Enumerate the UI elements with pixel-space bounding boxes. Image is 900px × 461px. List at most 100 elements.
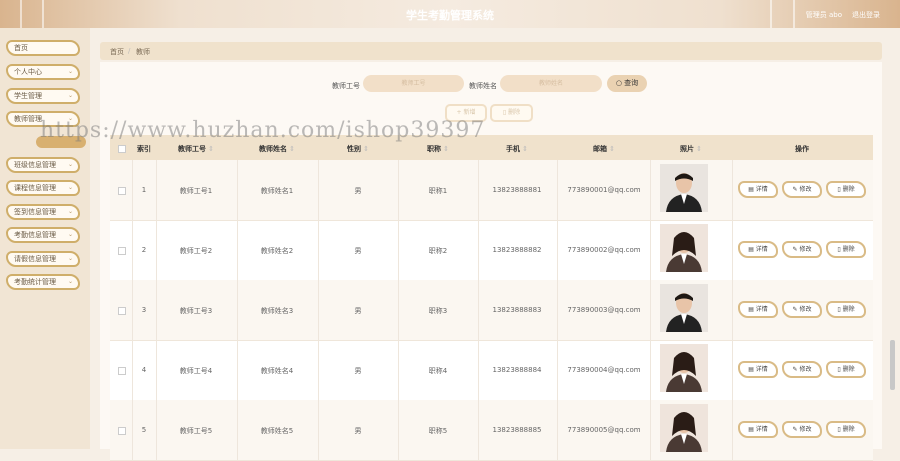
column-header[interactable]: 索引 xyxy=(137,144,151,154)
cell-gender: 男 xyxy=(354,247,362,255)
row-detail-button[interactable]: ▤ 详情 xyxy=(738,361,778,378)
sort-icon[interactable]: ⇕ xyxy=(361,145,369,153)
sidebar-item[interactable]: 课程信息管理 ⌄ xyxy=(6,180,80,196)
row-checkbox[interactable] xyxy=(118,307,126,315)
sidebar-item[interactable]: 班级信息管理 ⌄ xyxy=(6,157,80,173)
sidebar-item-label: 首页 xyxy=(14,44,28,52)
detail-icon: ▤ xyxy=(748,426,756,433)
table-row: 5 教师工号5 教师姓名5 男 职称5 13823888885 773890005@qq.c… xyxy=(110,400,873,461)
teacher-no-label: 教师工号 xyxy=(332,82,360,90)
column-header[interactable]: 教师姓名 ⇕ xyxy=(259,144,295,154)
teacher-photo xyxy=(660,344,708,392)
sort-icon[interactable]: ⇕ xyxy=(694,145,702,153)
row-edit-button[interactable]: ✎ 修改 xyxy=(782,301,822,318)
teacher-photo xyxy=(660,404,708,452)
column-header-label: 手机 xyxy=(505,145,520,153)
vertical-scrollbar[interactable] xyxy=(890,340,895,390)
sort-icon[interactable]: ⇕ xyxy=(287,145,295,153)
row-delete-button[interactable]: ▯ 删除 xyxy=(826,241,866,258)
cell-title: 职称4 xyxy=(428,367,448,375)
sidebar-item[interactable]: 签到信息管理 ⌄ xyxy=(6,204,80,220)
sidebar-item-label: 课程信息管理 xyxy=(14,184,56,192)
row-checkbox[interactable] xyxy=(118,427,126,435)
breadcrumb: 首页 / 教师 xyxy=(100,42,882,60)
sidebar-item-label: 个人中心 xyxy=(14,68,42,76)
column-header[interactable]: 操作 xyxy=(795,144,809,154)
row-detail-button[interactable]: ▤ 详情 xyxy=(738,181,778,198)
chevron-down-icon: ⌄ xyxy=(67,68,73,75)
table-row: 2 教师工号2 教师姓名2 男 职称2 13823888882 773890002@qq.c… xyxy=(110,220,873,281)
cell-index: 5 xyxy=(141,426,147,434)
row-delete-button[interactable]: ▯ 删除 xyxy=(826,421,866,438)
column-header[interactable]: 邮箱 ⇕ xyxy=(593,144,615,154)
select-all-checkbox[interactable] xyxy=(118,145,126,153)
search-icon: ○ xyxy=(615,79,622,87)
table-row: 1 教师工号1 教师姓名1 男 职称1 13823888881 773890001@qq.c… xyxy=(110,160,873,221)
row-edit-label: 修改 xyxy=(799,426,812,433)
row-delete-button[interactable]: ▯ 删除 xyxy=(826,361,866,378)
column-header[interactable]: 教师工号 ⇕ xyxy=(178,144,214,154)
column-header[interactable]: 性别 ⇕ xyxy=(347,144,369,154)
row-detail-button[interactable]: ▤ 详情 xyxy=(738,301,778,318)
column-header-label: 操作 xyxy=(795,145,809,153)
cell-phone: 13823888885 xyxy=(492,426,542,434)
row-detail-label: 详情 xyxy=(755,246,768,253)
row-detail-button[interactable]: ▤ 详情 xyxy=(738,421,778,438)
row-checkbox[interactable] xyxy=(118,187,126,195)
column-header[interactable]: 照片 ⇕ xyxy=(680,144,702,154)
cell-phone: 13823888883 xyxy=(492,306,542,314)
breadcrumb-home[interactable]: 首页 xyxy=(110,47,124,57)
sort-icon[interactable]: ⇕ xyxy=(607,145,615,153)
sidebar-item-label: 考勤信息管理 xyxy=(14,231,56,239)
column-header[interactable]: 职称 ⇕ xyxy=(427,144,449,154)
cell-gender: 男 xyxy=(354,367,362,375)
detail-icon: ▤ xyxy=(748,366,756,373)
row-checkbox[interactable] xyxy=(118,367,126,375)
sidebar-item[interactable]: 个人中心 ⌄ xyxy=(6,64,80,80)
row-detail-label: 详情 xyxy=(755,306,768,313)
batch-delete-label: 删除 xyxy=(508,109,521,116)
row-edit-button[interactable]: ✎ 修改 xyxy=(782,421,822,438)
sort-icon[interactable]: ⇕ xyxy=(520,145,528,153)
cell-phone: 13823888884 xyxy=(492,366,542,374)
teacher-photo xyxy=(660,164,708,212)
row-delete-button[interactable]: ▯ 删除 xyxy=(826,181,866,198)
row-checkbox[interactable] xyxy=(118,247,126,255)
chevron-down-icon: ⌄ xyxy=(67,161,73,168)
row-edit-button[interactable]: ✎ 修改 xyxy=(782,361,822,378)
row-delete-label: 删除 xyxy=(842,186,855,193)
cell-title: 职称1 xyxy=(428,187,448,195)
cell-no: 教师工号4 xyxy=(179,367,213,375)
row-edit-button[interactable]: ✎ 修改 xyxy=(782,181,822,198)
sort-icon[interactable]: ⇕ xyxy=(206,145,214,153)
sidebar-item[interactable]: 首页 xyxy=(6,40,80,56)
sidebar-item[interactable]: 学生管理 ⌄ xyxy=(6,88,80,104)
row-detail-button[interactable]: ▤ 详情 xyxy=(738,241,778,258)
row-delete-label: 删除 xyxy=(842,306,855,313)
teacher-name-input[interactable]: 教师姓名 xyxy=(500,75,602,92)
cell-name: 教师姓名5 xyxy=(260,427,294,435)
cell-name: 教师姓名3 xyxy=(260,307,294,315)
sidebar-item[interactable]: 考勤信息管理 ⌄ xyxy=(6,227,80,243)
teacher-photo xyxy=(660,224,708,272)
search-button[interactable]: ○ 查询 xyxy=(607,75,647,92)
row-detail-label: 详情 xyxy=(755,186,768,193)
cell-index: 1 xyxy=(141,186,147,194)
row-edit-button[interactable]: ✎ 修改 xyxy=(782,241,822,258)
logout-link[interactable]: 退出登录 xyxy=(852,10,880,20)
row-delete-button[interactable]: ▯ 删除 xyxy=(826,301,866,318)
cell-title: 职称3 xyxy=(428,307,448,315)
teacher-no-input[interactable]: 教师工号 xyxy=(363,75,464,92)
sidebar-item-label: 班级信息管理 xyxy=(14,161,56,169)
row-delete-label: 删除 xyxy=(842,246,855,253)
cell-index: 3 xyxy=(141,306,147,314)
row-detail-label: 详情 xyxy=(755,426,768,433)
column-header[interactable]: 手机 ⇕ xyxy=(506,144,528,154)
sidebar-item-label: 学生管理 xyxy=(14,92,42,100)
cell-email: 773890004@qq.com xyxy=(567,366,641,374)
teacher-name-label: 教师姓名 xyxy=(469,82,497,90)
sidebar-item[interactable]: 考勤统计管理 ⌄ xyxy=(6,274,80,290)
batch-delete-button[interactable]: ▯ 删除 xyxy=(490,104,533,122)
sort-icon[interactable]: ⇕ xyxy=(441,145,449,153)
sidebar-item[interactable]: 请假信息管理 ⌄ xyxy=(6,251,80,267)
